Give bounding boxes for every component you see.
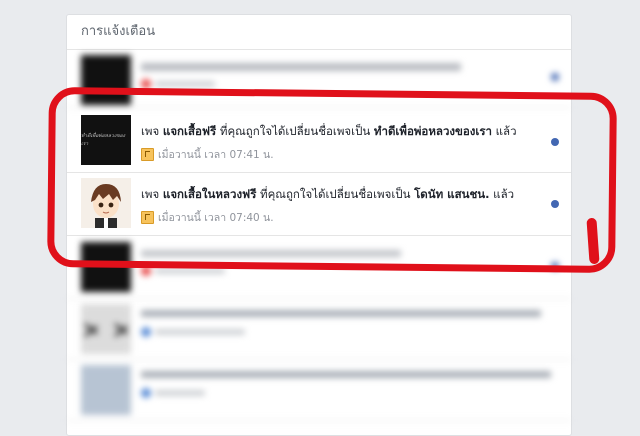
page-avatar[interactable]: ทำดีเพื่อพ่อหลวงของเรา bbox=[81, 115, 131, 165]
comment-icon bbox=[141, 388, 151, 398]
page-flag-icon bbox=[141, 148, 154, 161]
list-item[interactable] bbox=[67, 51, 571, 108]
list-item[interactable] bbox=[67, 360, 571, 421]
avatar bbox=[81, 304, 131, 354]
new-page-name[interactable]: ทำดีเพื่อพ่อหลวงของเรา bbox=[374, 124, 492, 138]
page-avatar[interactable] bbox=[81, 178, 131, 228]
new-page-name[interactable]: โดนัท แสนชน. bbox=[414, 187, 489, 201]
avatar-caption: ทำดีเพื่อพ่อหลวงของเรา bbox=[81, 133, 126, 147]
list-item[interactable]: ทำดีเพื่อพ่อหลวงของเรา เพจ แจกเสื้อฟรี ท… bbox=[67, 108, 571, 173]
unread-dot-icon[interactable] bbox=[551, 73, 559, 81]
notification-meta: เมื่อวานนี้ เวลา 07:40 น. bbox=[141, 209, 274, 226]
panel-title: การแจ้งเตือน bbox=[67, 15, 571, 50]
highlight-annotation-tail bbox=[586, 217, 600, 265]
unread-dot-icon[interactable] bbox=[551, 200, 559, 208]
page-name[interactable]: แจกเสื้อในหลวงฟรี bbox=[163, 187, 256, 201]
notification-meta: เมื่อวานนี้ เวลา 07:41 น. bbox=[141, 146, 274, 163]
list-item[interactable] bbox=[67, 236, 571, 299]
avatar bbox=[81, 365, 131, 415]
notifications-panel: การแจ้งเตือน ทำดีเพื่อพ่อหลวงของเรา เพจ … bbox=[66, 14, 572, 436]
avatar bbox=[81, 242, 131, 292]
timestamp[interactable]: เมื่อวานนี้ เวลา 07:40 น. bbox=[158, 209, 274, 226]
page-name[interactable]: แจกเสื้อฟรี bbox=[163, 124, 216, 138]
timestamp[interactable]: เมื่อวานนี้ เวลา 07:41 น. bbox=[158, 146, 274, 163]
notification-text[interactable]: เพจ แจกเสื้อฟรี ที่คุณถูกใจได้เปลี่ยนชื่… bbox=[141, 123, 531, 141]
notification-text[interactable]: เพจ แจกเสื้อในหลวงฟรี ที่คุณถูกใจได้เปลี… bbox=[141, 186, 531, 204]
unread-dot-icon[interactable] bbox=[551, 262, 559, 270]
blurred-text bbox=[141, 63, 461, 71]
reaction-icon bbox=[141, 266, 151, 276]
list-item[interactable] bbox=[67, 299, 571, 360]
reaction-icon bbox=[141, 79, 151, 89]
comment-icon bbox=[141, 327, 151, 337]
unread-dot-icon[interactable] bbox=[551, 138, 559, 146]
list-item[interactable]: เพจ แจกเสื้อในหลวงฟรี ที่คุณถูกใจได้เปลี… bbox=[67, 173, 571, 236]
page-flag-icon bbox=[141, 211, 154, 224]
cartoon-avatar-icon bbox=[81, 178, 131, 228]
avatar bbox=[81, 55, 131, 105]
